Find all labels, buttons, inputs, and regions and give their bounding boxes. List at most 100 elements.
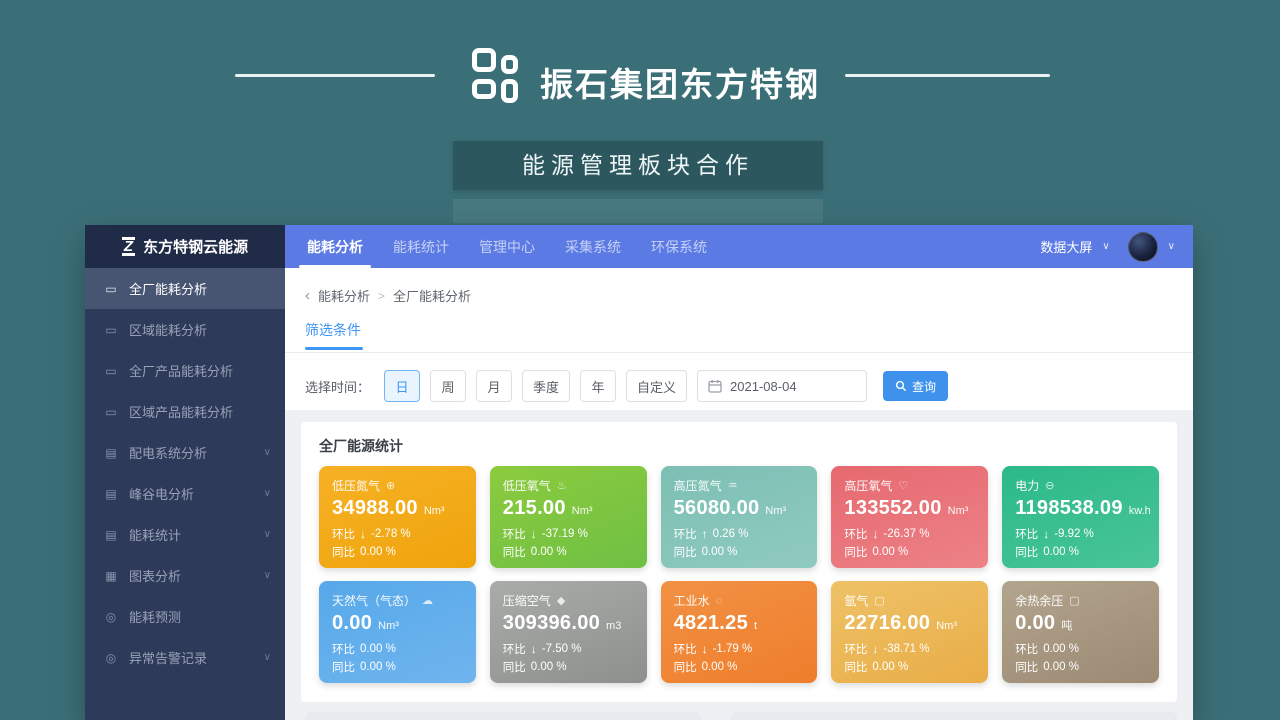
hero-title: 振石集团东方特钢 [540,58,820,106]
query-button[interactable]: 查询 [883,371,948,401]
sidebar-item[interactable]: ▭区域能耗分析 [85,309,285,350]
arrow-down-icon: ↓ [531,527,537,541]
stat-card: 天然气（气态）☁0.00Nm³环比0.00 %同比0.00 % [319,581,476,683]
nav-tab[interactable]: 管理中心 [479,225,535,268]
filter-row: 选择时间： 日周月季度年自定义 2021-08-04 查询 [305,370,1173,402]
chevron-down-icon: ∨ [264,447,271,458]
chevron-down-icon[interactable]: ∨ [1168,241,1175,252]
breadcrumb-parent[interactable]: 能耗分析 [318,286,370,305]
yoy-ratio-row: 同比0.00 % [1015,544,1146,560]
arrow-down-icon: ↓ [702,642,708,656]
nav-tab[interactable]: 采集系统 [565,225,621,268]
back-arrow-icon[interactable]: ‹ [305,287,310,304]
ring-ratio-value: -1.79 % [713,643,753,655]
stats-panel-title: 全厂能源统计 [319,436,1159,456]
list-icon: ▤ [103,487,119,501]
sidebar-item[interactable]: ▤峰谷电分析∨ [85,473,285,514]
nav-tab[interactable]: 环保系统 [651,225,707,268]
list-icon: ▤ [103,446,119,460]
time-option-button[interactable]: 周 [430,370,466,402]
yoy-ratio-value: 0.00 % [1043,546,1079,558]
pot-icon: ♨ [557,479,567,492]
yoy-ratio-value: 0.00 % [702,546,738,558]
sidebar-item[interactable]: ◎能耗预测 [85,596,285,637]
chevron-down-icon[interactable]: ∨ [1102,241,1109,252]
ring-ratio-label: 环比 [1015,526,1038,542]
chevron-down-icon: ∨ [264,488,271,499]
hero-subtitle-banner: 能源管理板块合作 [453,141,823,190]
sidebar-item[interactable]: ▤ 配电系统分析∨ [85,432,285,473]
page: { "colors": { "slide_background": "#3b6f… [0,0,1280,720]
sidebar-item[interactable]: ◎异常告警记录∨ [85,637,285,678]
time-option-button[interactable]: 年 [580,370,616,402]
stat-card: 低压氧气♨215.00Nm³环比↓-37.19 %同比0.00 % [490,466,647,568]
arrow-down-icon: ↓ [872,527,878,541]
chevron-down-icon: ∨ [264,529,271,540]
search-icon: ◎ [103,610,119,624]
yoy-ratio-value: 0.00 % [531,661,567,673]
arrow-down-icon: ↓ [872,642,878,656]
nav-tab[interactable]: 能耗统计 [393,225,449,268]
ring-ratio-label: 环比 [1015,641,1038,657]
stat-card-unit: Nm³ [948,505,969,517]
stat-card-title: 低压氮气 [332,477,380,494]
yoy-ratio-row: 同比0.00 % [844,544,975,560]
stat-card-unit: Nm³ [572,505,593,517]
stat-card-value-row: 4821.25t [674,612,805,635]
drop-icon: ◆ [557,594,565,607]
stat-card-value-row: 133552.00Nm³ [844,497,975,520]
stat-card-title: 低压氧气 [503,477,551,494]
stat-card-unit: Nm³ [424,505,445,517]
stat-card-title: 工业水 [674,592,710,609]
stat-card-value-row: 0.00吨 [1015,612,1146,635]
sidebar-item[interactable]: ▦图表分析∨ [85,555,285,596]
sidebar-item-label: 能耗统计 [129,525,264,544]
stat-card-unit: m3 [606,620,621,632]
time-option-button[interactable]: 季度 [522,370,570,402]
time-option-button[interactable]: 日 [384,370,420,402]
sidebar-item[interactable]: ▭区域产品能耗分析 [85,391,285,432]
stat-card-unit: kw.h [1129,505,1151,517]
yoy-ratio-value: 0.00 % [872,546,908,558]
sidebar-item-label: 全厂产品能耗分析 [129,361,271,380]
sidebar-item-label: 异常告警记录 [129,648,264,667]
time-option-button[interactable]: 月 [476,370,512,402]
sidebar-item[interactable]: ▤能耗统计∨ [85,514,285,555]
sidebar-item[interactable]: ▭全厂产品能耗分析 [85,350,285,391]
ring-ratio-row: 环比0.00 % [1015,641,1146,657]
stat-card-grid: 低压氮气⊕34988.00Nm³环比↓-2.78 %同比0.00 %低压氧气♨2… [319,466,1159,683]
ring-ratio-label: 环比 [332,641,355,657]
yoy-ratio-value: 0.00 % [360,546,396,558]
top-navbar: 能耗分析能耗统计管理中心采集系统环保系统 数据大屏 ∨ ∨ [285,225,1193,268]
sidebar-item-label: 配电系统分析 [129,443,264,462]
stat-card-title-row: 工业水◌ [674,592,805,609]
avatar[interactable] [1128,232,1158,262]
data-screen-link[interactable]: 数据大屏 [1040,237,1092,256]
yoy-ratio-row: 同比0.00 % [844,659,975,675]
time-option-button[interactable]: 自定义 [626,370,687,402]
tab-filter-conditions[interactable]: 筛选条件 [305,320,361,340]
yoy-ratio-value: 0.00 % [360,661,396,673]
monitor-icon: ▭ [103,323,119,337]
date-picker-input[interactable]: 2021-08-04 [697,370,867,402]
stat-card: 低压氮气⊕34988.00Nm³环比↓-2.78 %同比0.00 % [319,466,476,568]
stat-card-value: 0.00 [332,612,372,635]
ring-ratio-value: -9.92 % [1054,528,1094,540]
sidebar-brand: Z 东方特钢云能源 [85,225,285,268]
stat-card-value: 56080.00 [674,497,760,520]
stat-card-title: 余热余压 [1015,592,1063,609]
sidebar-menu: ▭全厂能耗分析▭区域能耗分析▭全厂产品能耗分析▭区域产品能耗分析▤配电系统分析∨… [85,268,285,678]
stat-card-value-row: 56080.00Nm³ [674,497,805,520]
ring-ratio-value: -26.37 % [883,528,929,540]
query-button-label: 查询 [912,378,936,395]
nav-tab[interactable]: 能耗分析 [307,225,363,268]
stat-card-value: 4821.25 [674,612,748,635]
stat-card-value: 0.00 [1015,612,1055,635]
stat-card-title-row: 氩气▢ [844,592,975,609]
yoy-ratio-row: 同比0.00 % [503,659,634,675]
sidebar: Z 东方特钢云能源 ▭全厂能耗分析▭区域能耗分析▭全厂产品能耗分析▭区域产品能耗… [85,225,285,720]
calendar-icon [708,379,722,393]
sidebar-item[interactable]: ▭全厂能耗分析 [85,268,285,309]
stat-card-title-row: 余热余压▢ [1015,592,1146,609]
ring-ratio-row: 环比↓-7.50 % [503,641,634,657]
